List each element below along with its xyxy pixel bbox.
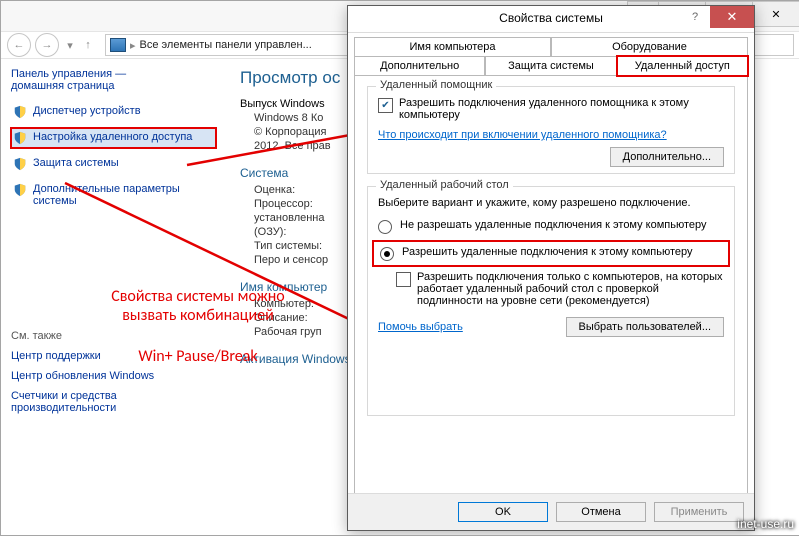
see-also-perf-tools[interactable]: Счетчики и средства производительности xyxy=(11,390,216,414)
remote-assistance-advanced-button[interactable]: Дополнительно... xyxy=(610,147,724,167)
system-properties-dialog: Свойства системы ? ✕ Имя компьютера Обор… xyxy=(347,5,755,531)
remote-desktop-group: Удаленный рабочий стол Выберите вариант … xyxy=(367,186,735,416)
shield-icon xyxy=(13,131,27,145)
checkbox-label: Разрешить подключения только с компьютер… xyxy=(417,271,724,307)
cancel-button[interactable]: Отмена xyxy=(556,502,646,522)
nav-forward-button[interactable]: → xyxy=(35,33,59,57)
sidebar-item-label: Диспетчер устройств xyxy=(33,105,141,117)
radio-dont-allow[interactable]: Не разрешать удаленные подключения к это… xyxy=(378,219,724,234)
nla-checkbox[interactable]: Разрешить подключения только с компьютер… xyxy=(396,271,724,307)
radio-icon xyxy=(380,247,394,261)
radio-icon xyxy=(378,220,392,234)
monitor-icon xyxy=(110,38,126,52)
dialog-help-button[interactable]: ? xyxy=(680,6,710,28)
radio-label: Разрешить удаленные подключения к этому … xyxy=(402,246,693,258)
dialog-close-button[interactable]: ✕ xyxy=(710,6,754,28)
sidebar-item-label: Настройка удаленного доступа xyxy=(33,131,192,143)
tab-advanced[interactable]: Дополнительно xyxy=(354,56,485,76)
tab-remote-page: Удаленный помощник ✔ Разрешить подключен… xyxy=(354,75,748,513)
control-panel-home-link[interactable]: Панель управления — домашняя страница xyxy=(11,68,216,92)
annotation-text: Свойства системы можно вызвать комбинаци… xyxy=(53,287,343,367)
checkbox-label: Разрешить подключения удаленного помощни… xyxy=(399,97,724,121)
close-button[interactable]: ✕ xyxy=(752,1,799,27)
remote-assistance-legend: Удаленный помощник xyxy=(376,79,496,91)
sidebar-item-label: Защита системы xyxy=(33,157,119,169)
checkbox-icon: ✔ xyxy=(378,98,393,113)
remote-assistance-help-link[interactable]: Что происходит при включении удаленного … xyxy=(378,129,667,141)
radio-label: Не разрешать удаленные подключения к это… xyxy=(400,219,707,231)
checkbox-icon xyxy=(396,272,411,287)
sidebar-item-label: Дополнительные параметры системы xyxy=(33,183,214,207)
shield-icon xyxy=(13,105,27,119)
nav-up-button[interactable]: ↑ xyxy=(81,38,95,52)
sidebar-item-system-protection[interactable]: Защита системы xyxy=(11,154,216,174)
breadcrumb-sep: ▸ xyxy=(130,39,136,52)
help-me-choose-link[interactable]: Помочь выбрать xyxy=(378,321,463,333)
remote-desktop-legend: Удаленный рабочий стол xyxy=(376,179,513,191)
ok-button[interactable]: OK xyxy=(458,502,548,522)
select-users-button[interactable]: Выбрать пользователей... xyxy=(566,317,725,337)
remote-desktop-instruction: Выберите вариант и укажите, кому разреше… xyxy=(378,197,724,209)
sidebar-item-remote-settings[interactable]: Настройка удаленного доступа xyxy=(11,128,216,148)
allow-remote-assistance-checkbox[interactable]: ✔ Разрешить подключения удаленного помощ… xyxy=(378,97,724,121)
sidebar-item-advanced-system[interactable]: Дополнительные параметры системы xyxy=(11,180,216,210)
dialog-title: Свойства системы xyxy=(499,11,603,25)
shield-icon xyxy=(13,183,27,197)
remote-assistance-group: Удаленный помощник ✔ Разрешить подключен… xyxy=(367,86,735,174)
breadcrumb-text[interactable]: Все элементы панели управлен... xyxy=(140,39,312,51)
tab-hardware[interactable]: Оборудование xyxy=(551,37,748,57)
tab-computer-name[interactable]: Имя компьютера xyxy=(354,37,551,57)
nav-history-dropdown[interactable]: ▾ xyxy=(63,38,77,52)
shield-icon xyxy=(13,157,27,171)
see-also-windows-update[interactable]: Центр обновления Windows xyxy=(11,370,216,382)
radio-allow-connections[interactable]: Разрешить удаленные подключения к этому … xyxy=(374,242,728,265)
sidebar-item-device-manager[interactable]: Диспетчер устройств xyxy=(11,102,216,122)
tab-remote[interactable]: Удаленный доступ xyxy=(617,56,748,76)
tab-system-protection[interactable]: Защита системы xyxy=(485,56,616,76)
watermark: inet-use.ru xyxy=(737,517,794,531)
apply-button[interactable]: Применить xyxy=(654,502,744,522)
nav-back-button[interactable]: ← xyxy=(7,33,31,57)
